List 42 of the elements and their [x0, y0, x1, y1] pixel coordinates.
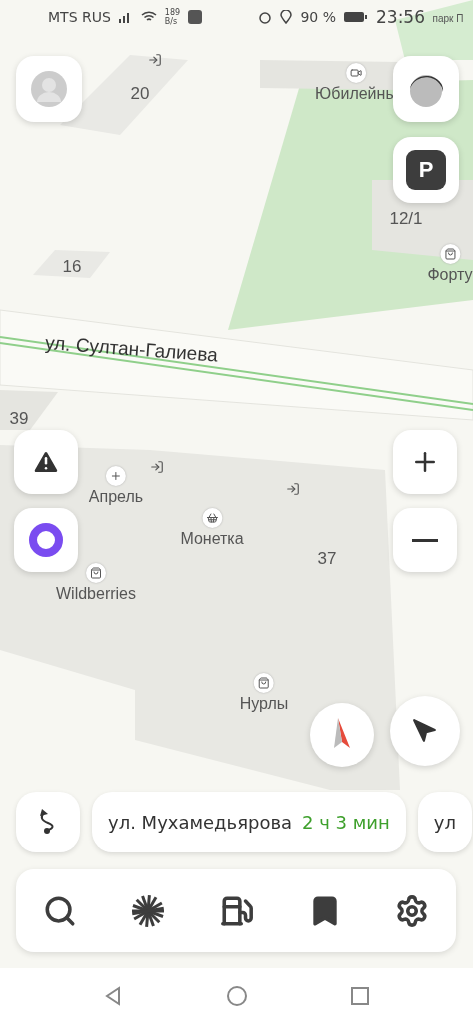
building	[0, 390, 58, 430]
route-chip[interactable]: ул	[417, 792, 472, 852]
ring-icon	[28, 522, 64, 558]
assistant-button[interactable]	[14, 508, 78, 572]
route-chip[interactable]: ул. Мухамедьярова 2 ч 3 мин	[92, 792, 406, 852]
battery-icon	[344, 11, 368, 23]
wifi-icon	[140, 11, 157, 23]
layers-button[interactable]	[393, 56, 459, 122]
locate-button[interactable]	[390, 696, 460, 766]
fuel-pump-icon	[220, 893, 254, 928]
clock-time: 23:56	[376, 7, 425, 27]
parking-button[interactable]: P	[393, 137, 459, 203]
location-icon	[280, 10, 293, 24]
house-number: 16	[62, 257, 82, 277]
entrance-icon	[286, 482, 300, 496]
map-label: парк П	[432, 12, 464, 24]
place-label[interactable]: Монетка	[180, 530, 244, 548]
place-label[interactable]: Wildberries	[56, 585, 136, 603]
alert-button[interactable]	[14, 430, 78, 494]
place-label[interactable]: Нурлы	[239, 695, 289, 713]
minus-icon	[412, 538, 438, 542]
settings-icon	[395, 893, 430, 928]
recents-icon[interactable]	[350, 986, 371, 1006]
route-button[interactable]	[16, 792, 80, 852]
house-number: 12/1	[389, 209, 423, 229]
network-speed: 189 B/s	[164, 8, 181, 26]
sparkle-icon	[130, 892, 167, 929]
home-icon[interactable]	[225, 985, 248, 1007]
avatar-icon	[31, 71, 67, 107]
house-number: 39	[9, 409, 29, 429]
place-label[interactable]: Апрель	[88, 488, 144, 506]
search-icon	[42, 893, 77, 928]
street-name: ул. Султан-Галиева	[44, 332, 219, 367]
arrow-icon	[412, 718, 438, 744]
battery-percent: 90 %	[300, 9, 336, 25]
alarm-icon	[258, 10, 273, 24]
place-label[interactable]: Форту	[427, 266, 473, 284]
carrier-name: MTS RUS	[48, 9, 111, 25]
entrance-icon	[148, 53, 162, 67]
house-number: 37	[317, 549, 337, 569]
house-number: 20	[130, 84, 150, 104]
entrance-icon	[150, 460, 164, 474]
